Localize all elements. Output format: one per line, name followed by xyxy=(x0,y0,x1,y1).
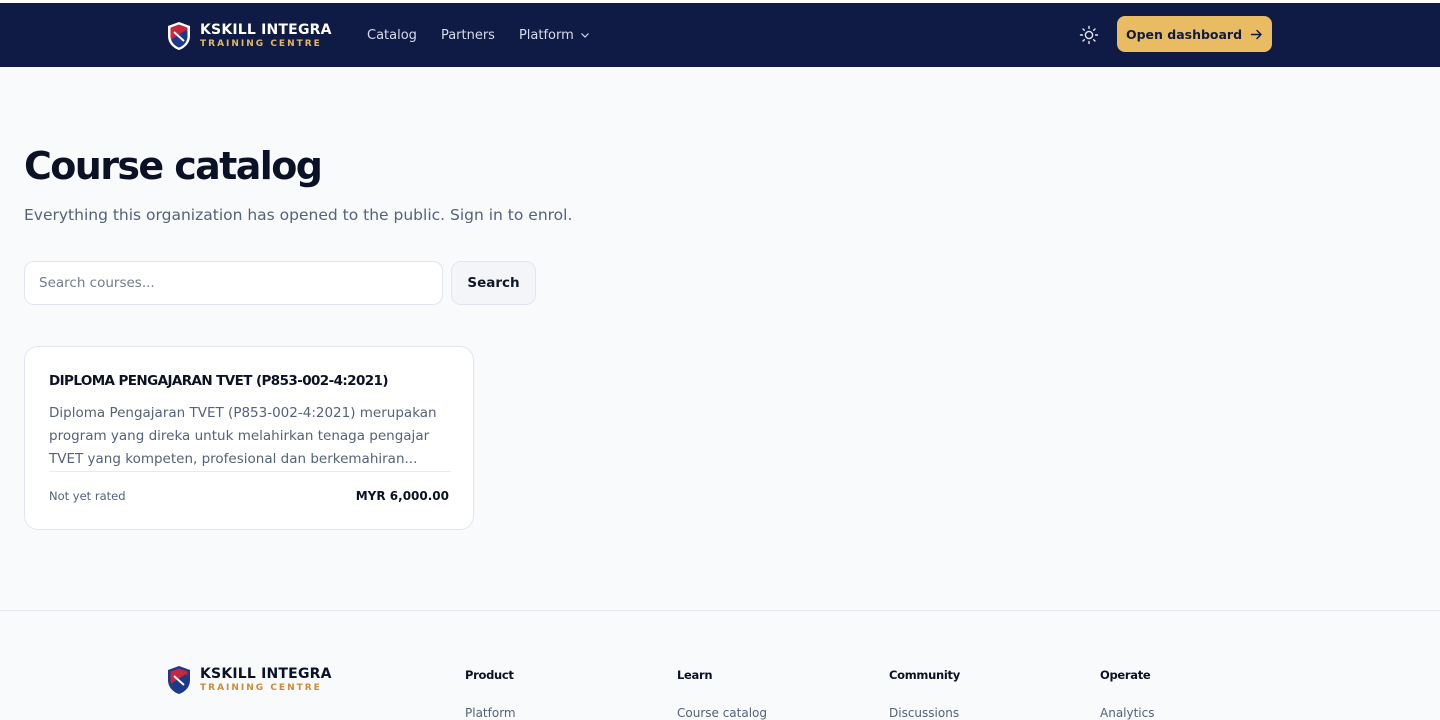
page-title: Course catalog xyxy=(24,144,323,188)
nav-link-catalog[interactable]: Catalog xyxy=(367,28,417,43)
card-divider xyxy=(49,471,451,472)
footer-heading: Product xyxy=(465,668,514,682)
footer-column-product: Product Platform xyxy=(465,668,516,720)
footer-column-learn: Learn Course catalog xyxy=(677,668,767,720)
open-dashboard-button[interactable]: Open dashboard xyxy=(1117,16,1272,52)
chevron-down-icon xyxy=(580,33,589,38)
footer-divider xyxy=(0,610,1440,611)
search-input[interactable] xyxy=(24,261,443,305)
footer-brand-text: KSKILL INTEGRA TRAINING CENTRE xyxy=(200,667,332,693)
brand-text: KSKILL INTEGRA TRAINING CENTRE xyxy=(200,23,332,49)
footer-link-course-catalog[interactable]: Course catalog xyxy=(677,706,767,720)
open-dashboard-label: Open dashboard xyxy=(1125,26,1243,42)
footer-brand-name: KSKILL INTEGRA xyxy=(200,666,332,682)
brand-subtitle: TRAINING CENTRE xyxy=(200,39,322,49)
nav-link-partners[interactable]: Partners xyxy=(441,28,495,43)
footer-column-operate: Operate Analytics xyxy=(1100,668,1155,720)
course-description: Diploma Pengajaran TVET (P853-002-4:2021… xyxy=(49,405,437,467)
brand-name: KSKILL INTEGRA xyxy=(200,22,332,38)
arrow-right-icon xyxy=(1250,29,1262,39)
footer-heading: Operate xyxy=(1100,668,1151,682)
nav-dropdown-platform[interactable]: Platform xyxy=(519,28,590,43)
course-price: MYR 6,000.00 xyxy=(355,489,449,503)
brand-logo-link[interactable]: KSKILL INTEGRA TRAINING CENTRE xyxy=(166,20,332,52)
footer-heading: Learn xyxy=(677,668,713,682)
footer-link-analytics[interactable]: Analytics xyxy=(1100,706,1155,720)
footer-heading: Community xyxy=(889,668,960,682)
top-navbar: KSKILL INTEGRA TRAINING CENTRE Catalog P… xyxy=(0,3,1440,67)
shield-logo-icon xyxy=(168,22,190,50)
search-button[interactable]: Search xyxy=(451,261,536,305)
footer-brand-subtitle: TRAINING CENTRE xyxy=(200,683,322,693)
shield-logo-icon xyxy=(168,666,190,694)
course-card[interactable]: DIPLOMA PENGAJARAN TVET (P853-002-4:2021… xyxy=(24,346,474,530)
footer-brand[interactable]: KSKILL INTEGRA TRAINING CENTRE xyxy=(166,664,332,696)
sun-icon[interactable] xyxy=(1079,25,1099,45)
course-rating: Not yet rated xyxy=(49,489,126,503)
footer-link-platform[interactable]: Platform xyxy=(465,706,516,720)
footer-column-community: Community Discussions xyxy=(889,668,960,720)
nav-dropdown-platform-label: Platform xyxy=(518,27,574,43)
footer-link-discussions[interactable]: Discussions xyxy=(889,706,960,720)
course-title: DIPLOMA PENGAJARAN TVET (P853-002-4:2021… xyxy=(49,373,389,389)
page-subtitle: Everything this organization has opened … xyxy=(24,206,573,224)
main-nav: Catalog Partners Platform xyxy=(367,3,614,67)
